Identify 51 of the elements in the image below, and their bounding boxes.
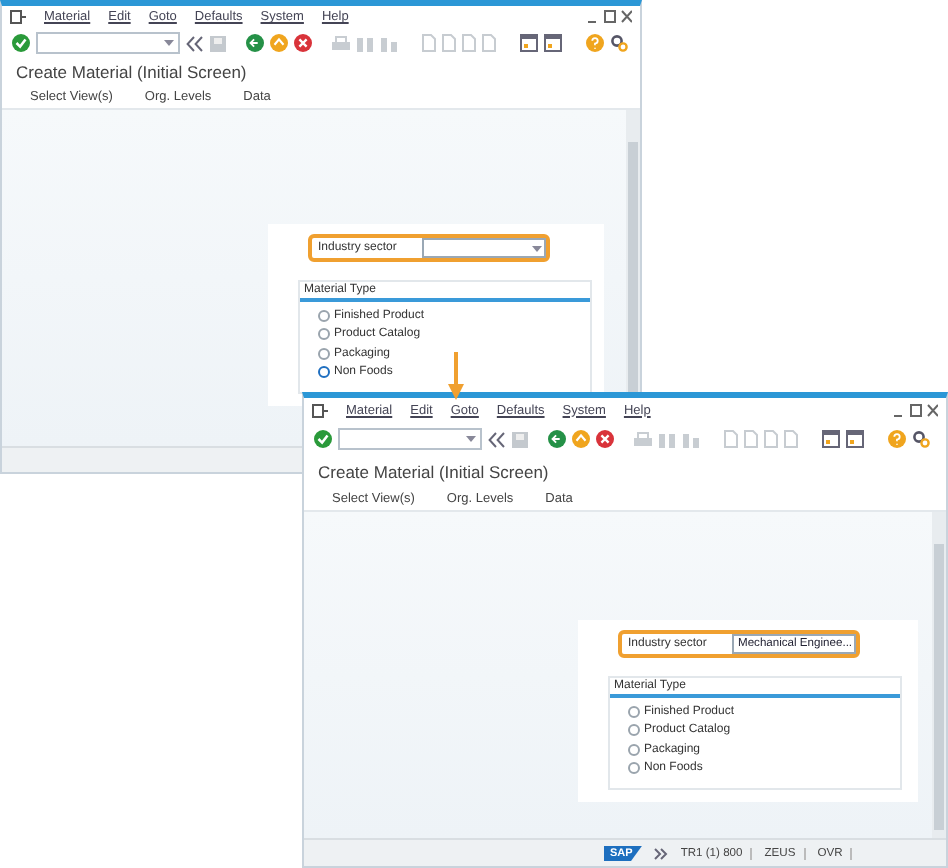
radio-button[interactable] [628,743,640,756]
radio-button[interactable] [318,309,330,322]
callout-arrow [448,352,464,400]
radio-button[interactable] [628,724,640,737]
enter-icon[interactable] [12,34,30,53]
window-controls-icon[interactable] [894,403,938,417]
command-field[interactable] [36,32,180,55]
previous-page-icon[interactable] [442,34,456,53]
screen-title: Create Material (Initial Screen) [14,60,249,87]
first-page-icon[interactable] [724,430,738,448]
menu-icon[interactable] [10,9,26,24]
shortcut-icon[interactable] [544,34,562,53]
caret-icon [466,436,476,442]
help-icon[interactable] [888,430,906,448]
last-page-icon[interactable] [482,34,496,53]
settings-icon[interactable] [610,34,628,53]
caret-icon [164,40,174,47]
print-icon[interactable] [634,431,652,447]
exit-icon[interactable] [270,34,288,53]
radio-button[interactable] [318,328,330,341]
next-page-icon[interactable] [462,34,476,53]
cancel-icon[interactable] [294,34,312,53]
save-icon[interactable] [210,35,226,52]
enter-icon[interactable] [314,430,332,448]
double-chevron-icon[interactable] [488,431,506,447]
radio-button[interactable] [628,705,640,718]
caret-icon [532,245,542,252]
menu-icon[interactable] [312,403,328,417]
industry-sector-dropdown[interactable] [422,238,546,259]
next-page-icon[interactable] [764,430,778,448]
window-controls-icon[interactable] [588,9,632,24]
previous-page-icon[interactable] [744,430,758,448]
back-icon[interactable] [246,34,264,53]
new-window-icon[interactable] [520,34,538,53]
screen-title: Create Material (Initial Screen) [316,459,551,486]
double-chevron-icon[interactable] [654,847,669,859]
radio-button[interactable] [318,347,330,360]
print-icon[interactable] [332,35,350,52]
last-page-icon[interactable] [784,430,798,448]
radio-button[interactable] [628,762,640,775]
back-icon[interactable] [548,430,566,448]
shortcut-icon[interactable] [846,430,864,448]
radio-button[interactable] [318,366,330,379]
new-window-icon[interactable] [822,430,840,448]
settings-icon[interactable] [912,430,930,448]
command-field[interactable] [338,428,482,450]
save-icon[interactable] [512,431,528,447]
first-page-icon[interactable] [422,34,436,53]
double-chevron-icon[interactable] [186,35,204,52]
exit-icon[interactable] [572,430,590,448]
cancel-icon[interactable] [596,430,614,448]
